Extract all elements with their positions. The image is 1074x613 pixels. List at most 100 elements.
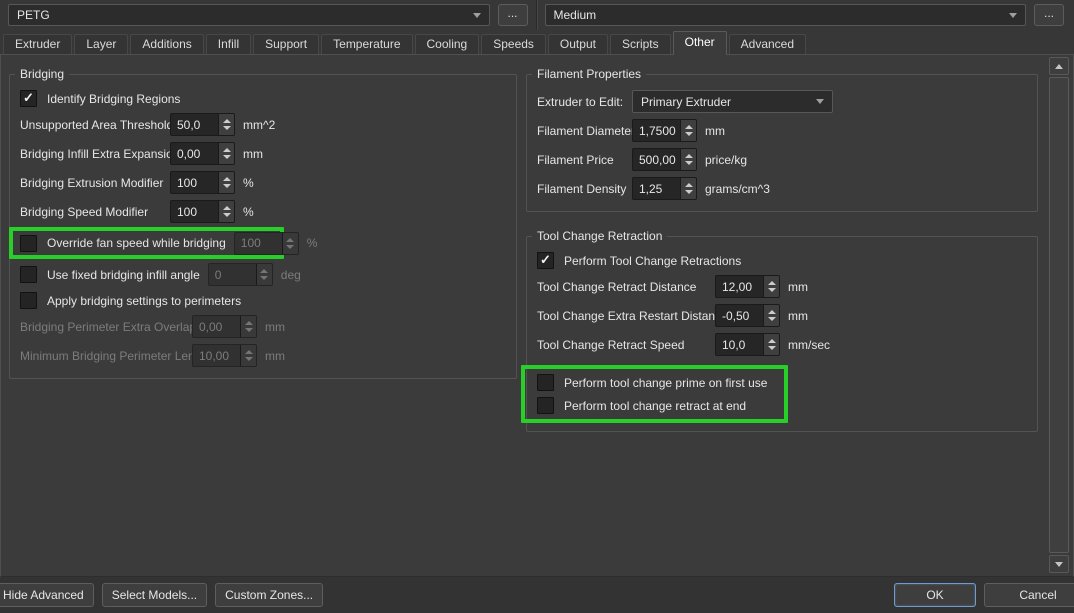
tab-additions[interactable]: Additions: [130, 34, 203, 54]
fan-override-input[interactable]: [235, 233, 282, 254]
spin-up-icon[interactable]: [286, 238, 294, 242]
extruder-to-edit-select[interactable]: Primary Extruder: [632, 90, 833, 113]
custom-zones-button[interactable]: Custom Zones...: [215, 583, 323, 607]
spinner-buttons[interactable]: [256, 264, 272, 285]
retract-distance-spinbox[interactable]: [715, 275, 780, 298]
spin-down-icon[interactable]: [685, 161, 693, 165]
quality-profile-more-button[interactable]: ...: [1034, 4, 1064, 26]
tab-advanced[interactable]: Advanced: [729, 34, 806, 54]
infill-expansion-spinbox[interactable]: [170, 142, 235, 165]
cancel-button[interactable]: Cancel: [984, 583, 1074, 607]
scroll-up-button[interactable]: [1049, 57, 1069, 75]
filament-density-spinbox[interactable]: [632, 177, 697, 200]
tab-extruder[interactable]: Extruder: [3, 34, 72, 54]
spinner-buttons[interactable]: [680, 120, 696, 141]
tab-support[interactable]: Support: [253, 34, 319, 54]
spin-up-icon[interactable]: [223, 206, 231, 210]
scrollbar-thumb[interactable]: [1049, 77, 1069, 553]
spinner-buttons[interactable]: [218, 201, 234, 222]
prime-first-use-checkbox[interactable]: [537, 374, 554, 391]
quality-profile-select[interactable]: Medium: [545, 4, 1027, 26]
spin-down-icon[interactable]: [223, 155, 231, 159]
speed-modifier-spinbox[interactable]: [170, 200, 235, 223]
spin-down-icon[interactable]: [260, 276, 268, 280]
spin-down-icon[interactable]: [768, 346, 776, 350]
spinner-buttons[interactable]: [218, 143, 234, 164]
filament-diameter-input[interactable]: [633, 120, 680, 141]
spin-up-icon[interactable]: [768, 339, 776, 343]
fixed-angle-input[interactable]: [209, 264, 256, 285]
spin-up-icon[interactable]: [245, 350, 253, 354]
spinner-buttons[interactable]: [680, 149, 696, 170]
filament-density-input[interactable]: [633, 178, 680, 199]
tab-temperature[interactable]: Temperature: [321, 34, 412, 54]
tab-output[interactable]: Output: [548, 34, 608, 54]
spin-down-icon[interactable]: [245, 328, 253, 332]
spin-up-icon[interactable]: [768, 281, 776, 285]
tab-speeds[interactable]: Speeds: [481, 34, 546, 54]
hide-advanced-button[interactable]: Hide Advanced: [0, 583, 94, 607]
spin-up-icon[interactable]: [685, 183, 693, 187]
retract-speed-input[interactable]: [716, 334, 763, 355]
min-perimeter-length-input[interactable]: [193, 345, 240, 366]
perimeter-overlap-input[interactable]: [193, 316, 240, 337]
spin-down-icon[interactable]: [223, 213, 231, 217]
spin-down-icon[interactable]: [768, 288, 776, 292]
unsupported-area-input[interactable]: [171, 114, 218, 135]
filament-price-spinbox[interactable]: [632, 148, 697, 171]
filament-price-input[interactable]: [633, 149, 680, 170]
spinner-buttons[interactable]: [680, 178, 696, 199]
retract-distance-input[interactable]: [716, 276, 763, 297]
material-profile-select[interactable]: PETG: [8, 4, 490, 26]
spin-up-icon[interactable]: [223, 119, 231, 123]
spinner-buttons[interactable]: [282, 233, 298, 254]
spin-down-icon[interactable]: [685, 132, 693, 136]
spin-down-icon[interactable]: [685, 190, 693, 194]
spin-up-icon[interactable]: [223, 148, 231, 152]
retract-speed-spinbox[interactable]: [715, 333, 780, 356]
identify-bridging-checkbox[interactable]: [20, 90, 37, 107]
tab-other[interactable]: Other: [673, 31, 727, 55]
retract-at-end-checkbox[interactable]: [537, 397, 554, 414]
ok-button[interactable]: OK: [894, 583, 976, 607]
spin-down-icon[interactable]: [768, 317, 776, 321]
spin-up-icon[interactable]: [223, 177, 231, 181]
infill-expansion-input[interactable]: [171, 143, 218, 164]
scroll-down-button[interactable]: [1049, 555, 1069, 573]
spinner-buttons[interactable]: [763, 276, 779, 297]
spin-down-icon[interactable]: [286, 245, 294, 249]
unsupported-area-spinbox[interactable]: [170, 113, 235, 136]
spinner-buttons[interactable]: [240, 345, 256, 366]
spin-up-icon[interactable]: [685, 154, 693, 158]
filament-diameter-spinbox[interactable]: [632, 119, 697, 142]
perimeter-overlap-spinbox[interactable]: [192, 315, 257, 338]
spinner-buttons[interactable]: [218, 172, 234, 193]
spin-up-icon[interactable]: [245, 321, 253, 325]
fan-override-checkbox[interactable]: [20, 235, 37, 252]
tab-cooling[interactable]: Cooling: [415, 34, 480, 54]
apply-perimeters-checkbox[interactable]: [20, 292, 37, 309]
min-perimeter-length-spinbox[interactable]: [192, 344, 257, 367]
extrusion-modifier-spinbox[interactable]: [170, 171, 235, 194]
extrusion-modifier-input[interactable]: [171, 172, 218, 193]
spinner-buttons[interactable]: [763, 305, 779, 326]
fixed-angle-checkbox[interactable]: [20, 266, 37, 283]
vertical-scrollbar[interactable]: [1049, 57, 1069, 573]
tab-scripts[interactable]: Scripts: [610, 34, 671, 54]
perform-retractions-checkbox[interactable]: [537, 252, 554, 269]
fan-override-spinbox[interactable]: [234, 232, 299, 255]
spin-up-icon[interactable]: [260, 269, 268, 273]
fixed-angle-spinbox[interactable]: [208, 263, 273, 286]
speed-modifier-input[interactable]: [171, 201, 218, 222]
spin-up-icon[interactable]: [768, 310, 776, 314]
spin-down-icon[interactable]: [223, 126, 231, 130]
spinner-buttons[interactable]: [218, 114, 234, 135]
tab-infill[interactable]: Infill: [206, 34, 251, 54]
spin-up-icon[interactable]: [685, 125, 693, 129]
select-models-button[interactable]: Select Models...: [102, 583, 207, 607]
spin-down-icon[interactable]: [245, 357, 253, 361]
spinner-buttons[interactable]: [240, 316, 256, 337]
tab-layer[interactable]: Layer: [74, 34, 128, 54]
spinner-buttons[interactable]: [763, 334, 779, 355]
material-profile-more-button[interactable]: ...: [498, 4, 528, 26]
